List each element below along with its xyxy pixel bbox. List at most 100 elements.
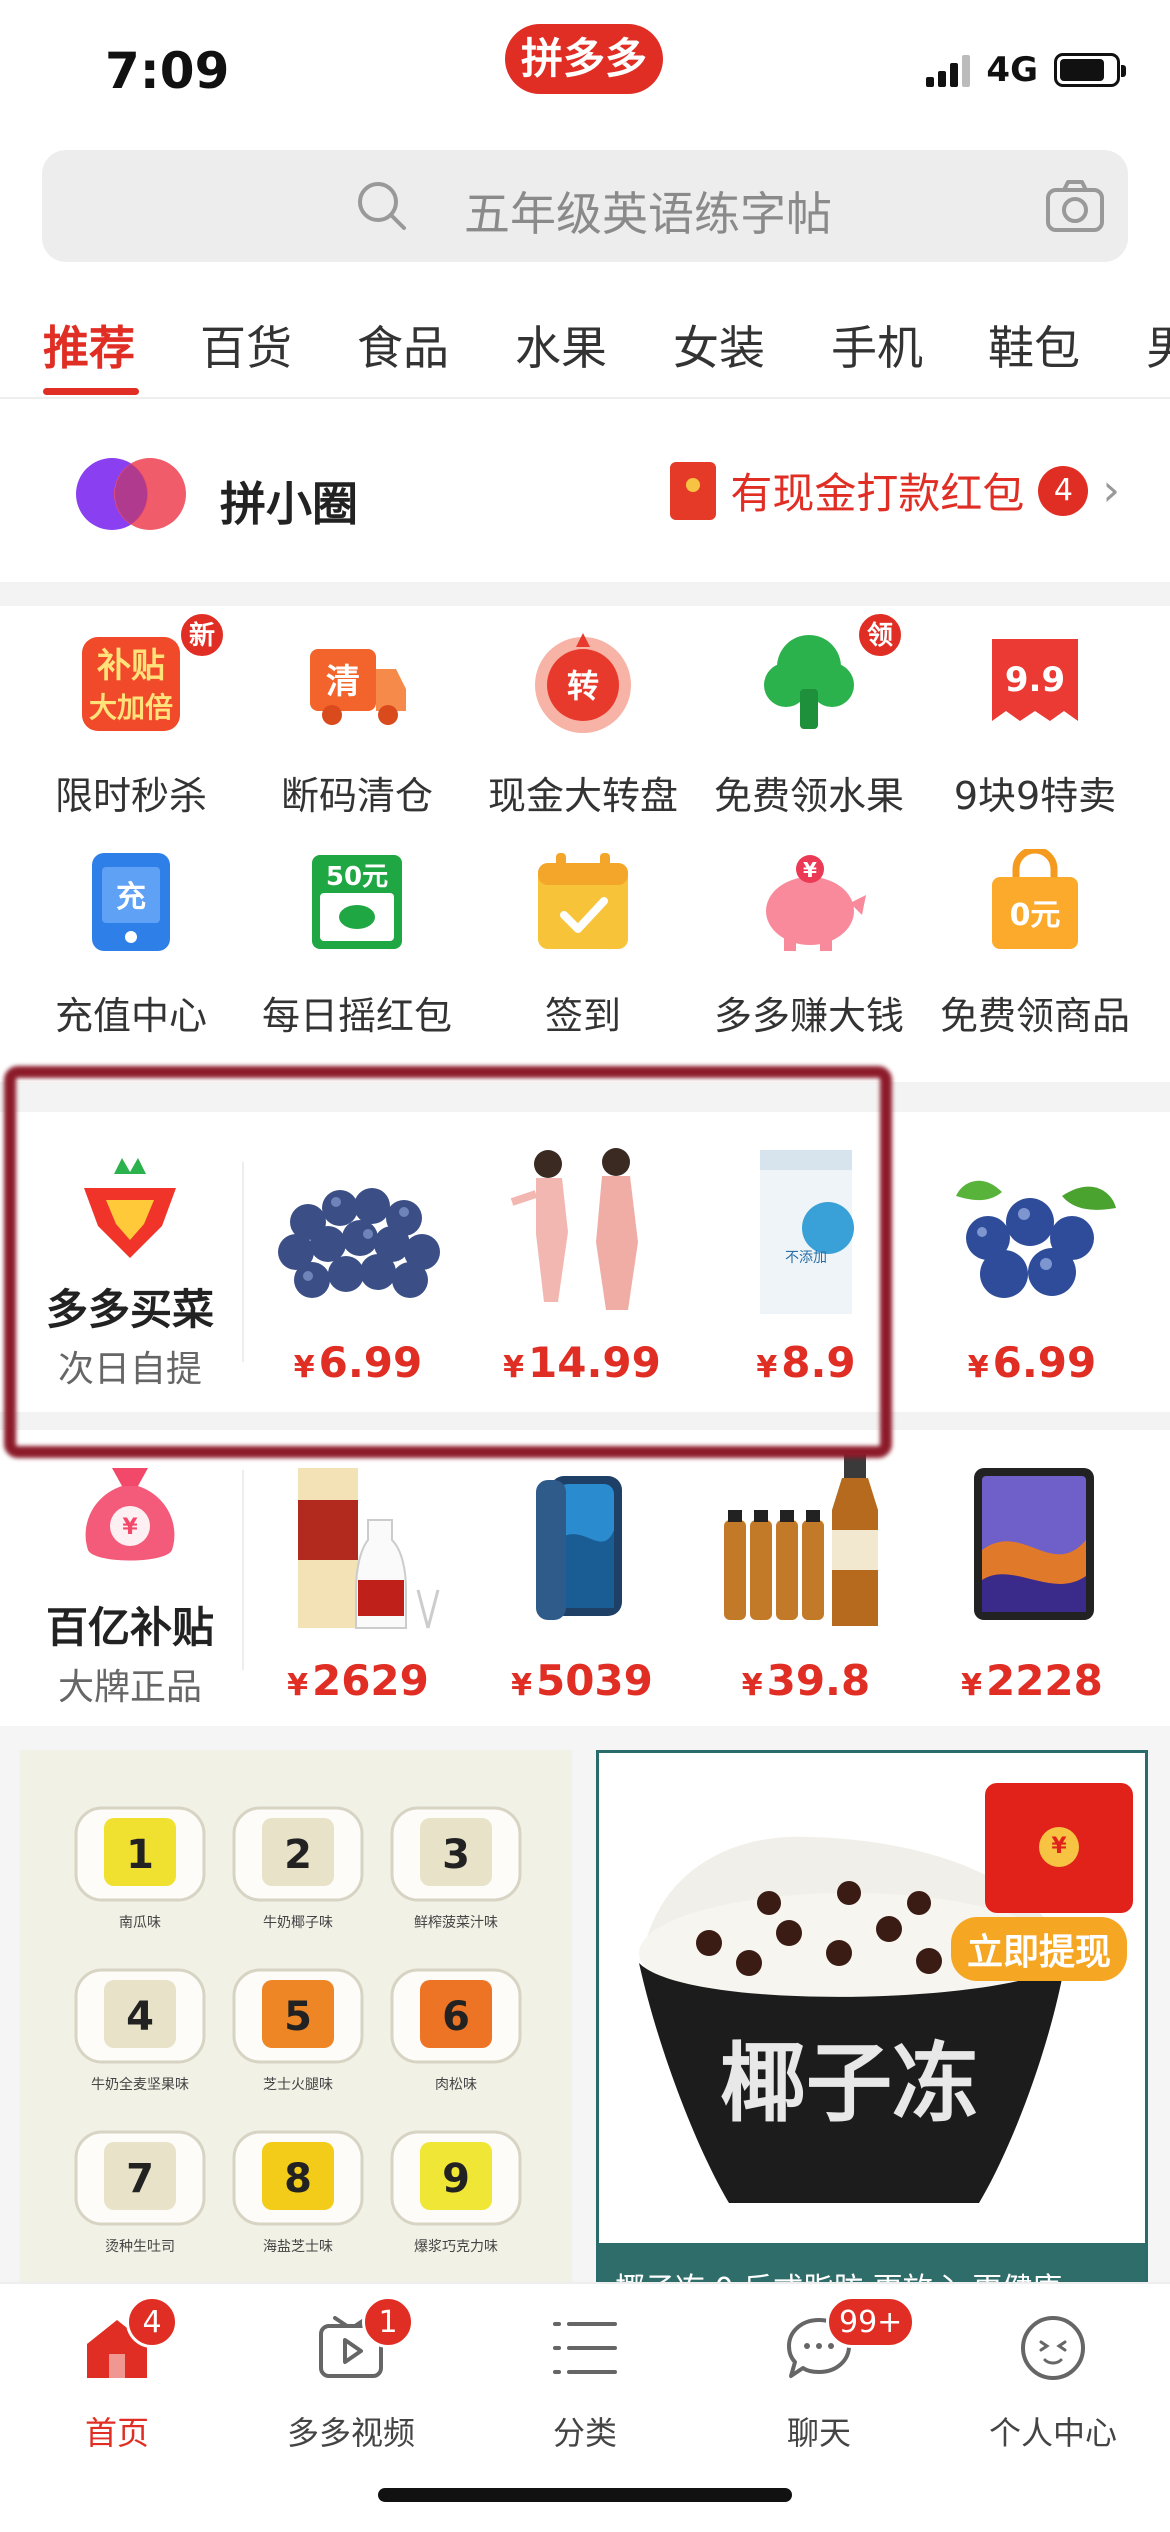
- shortcut-clearance[interactable]: 清 断码清仓: [240, 605, 474, 818]
- nav-chat[interactable]: 99+ 聊天: [702, 2296, 936, 2474]
- nav-label: 个人中心: [988, 2414, 1117, 2452]
- bread-flavor-number: 8: [284, 2156, 312, 2202]
- shortcut-flash-sale[interactable]: 补贴 大加倍 新 限时秒杀: [14, 605, 248, 818]
- new-badge: 新: [178, 611, 226, 659]
- tab-phones[interactable]: 手机: [831, 312, 923, 378]
- bread-flavor-tile: 7: [74, 2130, 206, 2226]
- tea-bottles-image: [724, 1454, 878, 1626]
- category-tabs: 推荐 百货 食品 水果 女装 手机 鞋包 男: [0, 300, 1170, 398]
- free-bag-icon-text: 0元: [1010, 898, 1061, 933]
- bread-flavor-tile: 3: [390, 1806, 522, 1902]
- bread-flavor-label: 芝士火腿味: [263, 2077, 333, 2093]
- profile-icon: [1021, 2316, 1085, 2380]
- nav-profile[interactable]: 个人中心: [936, 2304, 1170, 2474]
- bread-flavor-tile: 9: [390, 2130, 522, 2226]
- active-tab-indicator: [43, 388, 139, 395]
- product-price: ¥39.8: [741, 1656, 871, 1705]
- nav-label: 首页: [84, 2414, 149, 2452]
- feed-card-bread[interactable]: 1 2 3 4 5 6 7 8 9 南瓜味 牛奶椰子味 鲜榨菠菜汁味 牛奶全麦坚果味 芝士火腿味 肉松味烫…: [20, 1750, 572, 2310]
- network-type: 4G: [986, 50, 1038, 90]
- status-indicators: 4G: [926, 50, 1126, 90]
- shortcut-cash-wheel[interactable]: 转 现金大转盘: [466, 605, 700, 818]
- shortcut-shake-redpacket[interactable]: 50元 每日摇红包: [240, 825, 474, 1038]
- coconut-jelly-brand: 椰子冻: [720, 2033, 978, 2134]
- shortcut-checkin[interactable]: 签到: [466, 825, 700, 1038]
- product-price: ¥2629: [287, 1656, 429, 1705]
- clearance-icon-text: 清: [326, 662, 360, 702]
- subsidy-subtitle: 大牌正品: [57, 1667, 202, 1708]
- shake-redpacket-icon: 50元: [312, 855, 402, 949]
- moutai-image: [298, 1468, 440, 1629]
- withdraw-now-button[interactable]: 立即提现: [951, 1917, 1128, 1981]
- nav-home[interactable]: 4 首页: [0, 2296, 234, 2474]
- bread-flavor-number: 2: [284, 1832, 312, 1878]
- recharge-icon: 充: [92, 853, 170, 951]
- bread-flavor-number: 7: [126, 2156, 154, 2202]
- product-card[interactable]: ¥2629: [248, 1430, 468, 1726]
- signal-icon: [926, 53, 971, 87]
- bread-flavor-number: 9: [442, 2156, 470, 2202]
- piggy-icon-text: ¥: [803, 858, 817, 882]
- shortcut-label: 多多赚大钱: [713, 994, 904, 1038]
- feed-card-coconut-jelly[interactable]: 椰子冻 椰子冻 0 反式脂肪 更放心 更健康 ¥ 立即提现: [596, 1750, 1148, 2310]
- section-divider: [242, 1470, 244, 1670]
- subsidy-title: 百亿补贴: [45, 1603, 214, 1652]
- bread-flavor-number: 6: [442, 1994, 470, 2040]
- shortcut-label: 限时秒杀: [54, 774, 207, 818]
- tab-recommend[interactable]: 推荐: [43, 312, 135, 378]
- shortcut-label: 免费领商品: [939, 994, 1130, 1038]
- shortcut-label: 充值中心: [54, 994, 207, 1038]
- shortcut-earn-money[interactable]: ¥ 多多赚大钱: [692, 825, 926, 1038]
- subsidy-title-block[interactable]: ¥ 百亿补贴 大牌正品: [0, 1430, 240, 1726]
- yuan-coin-icon: ¥: [1039, 1827, 1079, 1867]
- money-bag-icon: ¥: [85, 1468, 175, 1561]
- search-placeholder[interactable]: 五年级英语练字帖: [464, 178, 832, 244]
- red-packet-icon: [670, 461, 717, 520]
- iphone-image: [536, 1476, 622, 1620]
- money-bag-icon-text: ¥: [122, 1515, 138, 1540]
- shortcut-free-fruit[interactable]: 领 免费领水果: [692, 605, 926, 818]
- circle-row[interactable]: 拼小圈 有现金打款红包 4 ›: [0, 420, 1170, 580]
- tab-mens[interactable]: 男: [1146, 312, 1170, 378]
- recharge-icon-text: 充: [116, 880, 146, 915]
- bread-flavor-number: 1: [126, 1832, 154, 1878]
- category-icon: [553, 2322, 617, 2374]
- subsidy-icon-text-1: 补贴: [97, 646, 165, 686]
- circle-logo-icon: [76, 458, 186, 530]
- feed-section: 1 2 3 4 5 6 7 8 9 南瓜味 牛奶椰子味 鲜榨菠菜汁味 牛奶全麦坚果味 芝士火腿味 肉松味烫…: [0, 1726, 1170, 2310]
- nav-video-badge: 1: [362, 2296, 414, 2348]
- withdraw-red-packet[interactable]: ¥: [985, 1783, 1133, 1913]
- status-bar: 7:09 拼多多 4G: [0, 0, 1170, 140]
- tabs-divider: [0, 397, 1170, 399]
- circle-promo-badge: 4: [1038, 465, 1089, 516]
- product-card[interactable]: ¥5039: [472, 1430, 692, 1726]
- shortcut-label: 9块9特卖: [953, 774, 1117, 818]
- search-bar[interactable]: 五年级英语练字帖: [42, 150, 1128, 262]
- product-card[interactable]: ¥39.8: [696, 1430, 916, 1726]
- tab-fruit[interactable]: 水果: [515, 312, 607, 378]
- product-price: ¥2228: [961, 1656, 1103, 1705]
- product-price: ¥6.99: [967, 1338, 1097, 1387]
- wheel-icon: 转: [535, 633, 631, 733]
- nav-category[interactable]: 分类: [468, 2304, 702, 2474]
- bread-flavor-tile: 8: [232, 2130, 364, 2226]
- tab-food[interactable]: 食品: [357, 312, 449, 378]
- shortcut-recharge[interactable]: 充 充值中心: [14, 825, 248, 1038]
- ipad-image: [974, 1468, 1094, 1620]
- bread-flavor-label: 鲜榨菠菜汁味: [414, 1915, 498, 1931]
- nav-chat-badge: 99+: [826, 2296, 916, 2348]
- tab-general-goods[interactable]: 百货: [200, 312, 292, 378]
- product-card[interactable]: ¥6.99: [922, 1112, 1142, 1412]
- nav-video[interactable]: 1 多多视频: [234, 2296, 468, 2474]
- shortcut-nine-nine[interactable]: 9.9 9块9特卖: [918, 605, 1152, 818]
- tab-womens-wear[interactable]: 女装: [673, 312, 765, 378]
- bread-flavor-number: 5: [284, 1994, 312, 2040]
- circle-promo-text: 有现金打款红包: [730, 469, 1025, 518]
- product-card[interactable]: ¥2228: [922, 1430, 1142, 1726]
- shortcut-free-goods[interactable]: 0元 免费领商品: [918, 825, 1152, 1038]
- tab-shoes-bags[interactable]: 鞋包: [988, 312, 1080, 378]
- circle-promo[interactable]: 有现金打款红包 4 ›: [670, 460, 1120, 521]
- shortcut-label: 断码清仓: [280, 774, 433, 818]
- shortcut-label: 签到: [544, 994, 621, 1038]
- camera-icon[interactable]: [1044, 176, 1106, 236]
